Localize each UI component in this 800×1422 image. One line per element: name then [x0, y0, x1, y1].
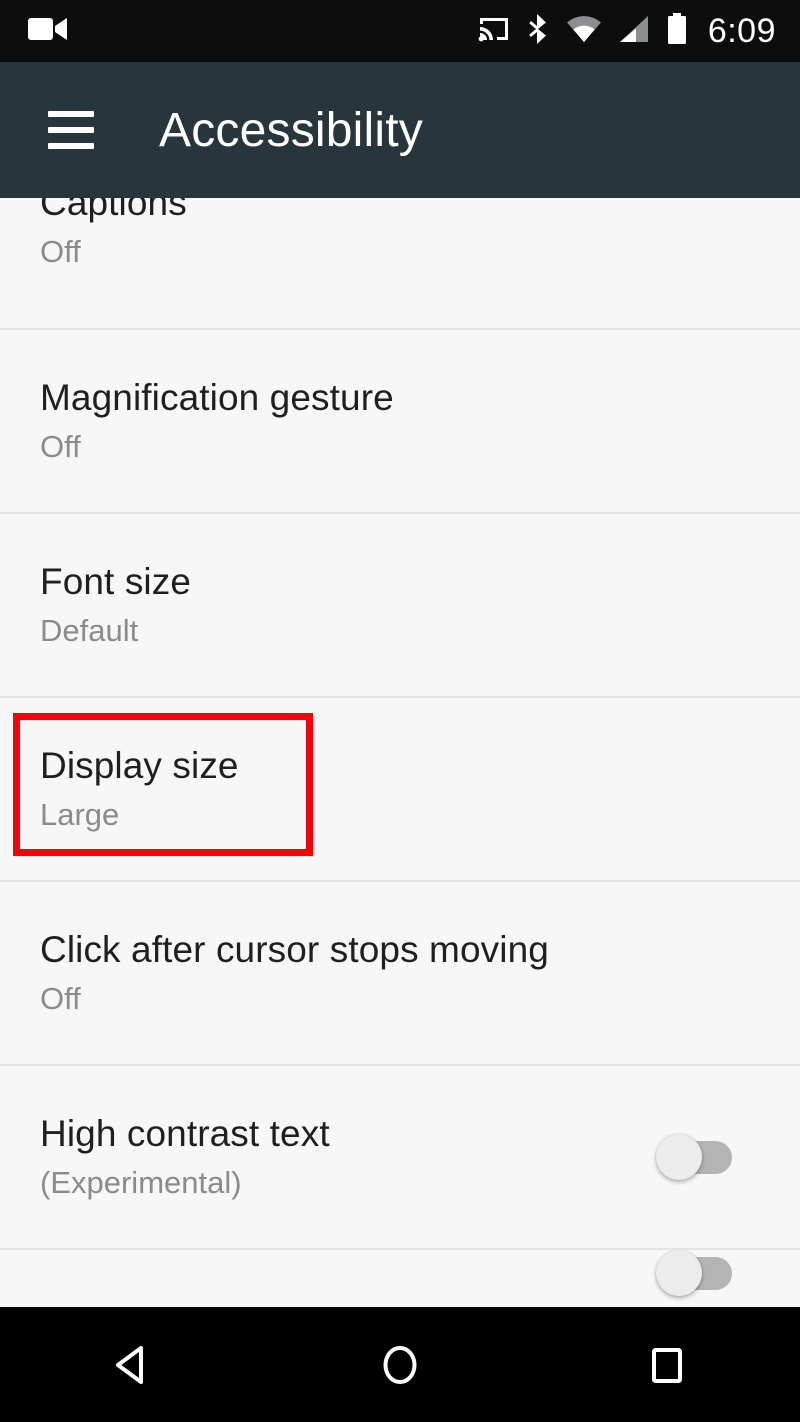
list-item-title: High contrast text	[40, 1113, 330, 1155]
list-item-text-group: Font size Default	[40, 561, 760, 649]
bluetooth-icon	[526, 13, 550, 50]
wifi-icon	[566, 15, 602, 48]
list-item-title: Captions	[40, 198, 187, 223]
hamburger-menu-icon[interactable]	[48, 111, 94, 149]
list-item-font-size[interactable]: Font size Default	[0, 514, 800, 698]
list-item-text-group: High contrast text (Experimental)	[40, 1113, 656, 1201]
home-circle-icon	[383, 1345, 417, 1384]
list-item-title: Display size	[40, 745, 239, 787]
list-item-subtitle: Large	[40, 796, 120, 832]
back-triangle-icon	[116, 1345, 144, 1384]
camcorder-icon	[28, 15, 68, 48]
list-item-title: Click after cursor stops moving	[40, 929, 549, 971]
cast-icon	[478, 14, 510, 49]
hamburger-line-2	[48, 127, 94, 133]
navigation-bar	[0, 1307, 800, 1422]
status-bar-left-icons	[0, 15, 68, 48]
status-bar-right-icons: 6:09	[478, 12, 800, 50]
partial-next-toggle[interactable]	[656, 1250, 732, 1296]
list-item-click-after-cursor-stops-moving[interactable]: Click after cursor stops moving Off	[0, 882, 800, 1066]
home-button[interactable]	[325, 1307, 475, 1422]
list-item-text-group: Captions Off	[40, 198, 760, 270]
phone-screen: 6:09 Accessibility Captions Off Magnific…	[0, 0, 800, 1422]
list-item-title	[40, 1296, 656, 1307]
status-bar: 6:09	[0, 0, 800, 62]
list-item-text-group: Click after cursor stops moving Off	[40, 929, 760, 1017]
settings-list[interactable]: Captions Off Magnification gesture Off F…	[0, 198, 800, 1307]
list-item-partial-next[interactable]	[0, 1250, 800, 1307]
back-button[interactable]	[58, 1307, 208, 1422]
list-item-title: Magnification gesture	[40, 377, 394, 419]
list-item-text-group: Magnification gesture Off	[40, 377, 760, 465]
list-item-high-contrast-text[interactable]: High contrast text (Experimental)	[0, 1066, 800, 1250]
list-item-title: Font size	[40, 561, 192, 603]
hamburger-line-1	[48, 111, 94, 117]
list-item-subtitle: Default	[40, 612, 139, 648]
list-item-text-group: Display size Large	[40, 745, 760, 833]
list-item-display-size[interactable]: Display size Large	[0, 698, 800, 882]
hamburger-line-3	[48, 143, 94, 149]
list-item-subtitle: Off	[40, 233, 81, 269]
list-item-captions[interactable]: Captions Off	[0, 198, 800, 330]
toggle-thumb	[656, 1134, 702, 1180]
recents-square-icon	[651, 1347, 682, 1383]
page-title: Accessibility	[159, 103, 423, 157]
list-item-subtitle: Off	[40, 980, 81, 1016]
battery-full-icon	[666, 12, 688, 50]
list-item-magnification-gesture[interactable]: Magnification gesture Off	[0, 330, 800, 514]
list-item-subtitle: Off	[40, 428, 81, 464]
high-contrast-text-toggle[interactable]	[656, 1134, 732, 1180]
list-item-text-group	[40, 1296, 656, 1307]
recent-apps-button[interactable]	[592, 1307, 742, 1422]
cellular-signal-icon	[618, 15, 650, 48]
status-bar-clock: 6:09	[707, 12, 776, 50]
toggle-thumb	[656, 1250, 702, 1296]
list-item-subtitle: (Experimental)	[40, 1164, 242, 1200]
app-bar: Accessibility	[0, 62, 800, 198]
